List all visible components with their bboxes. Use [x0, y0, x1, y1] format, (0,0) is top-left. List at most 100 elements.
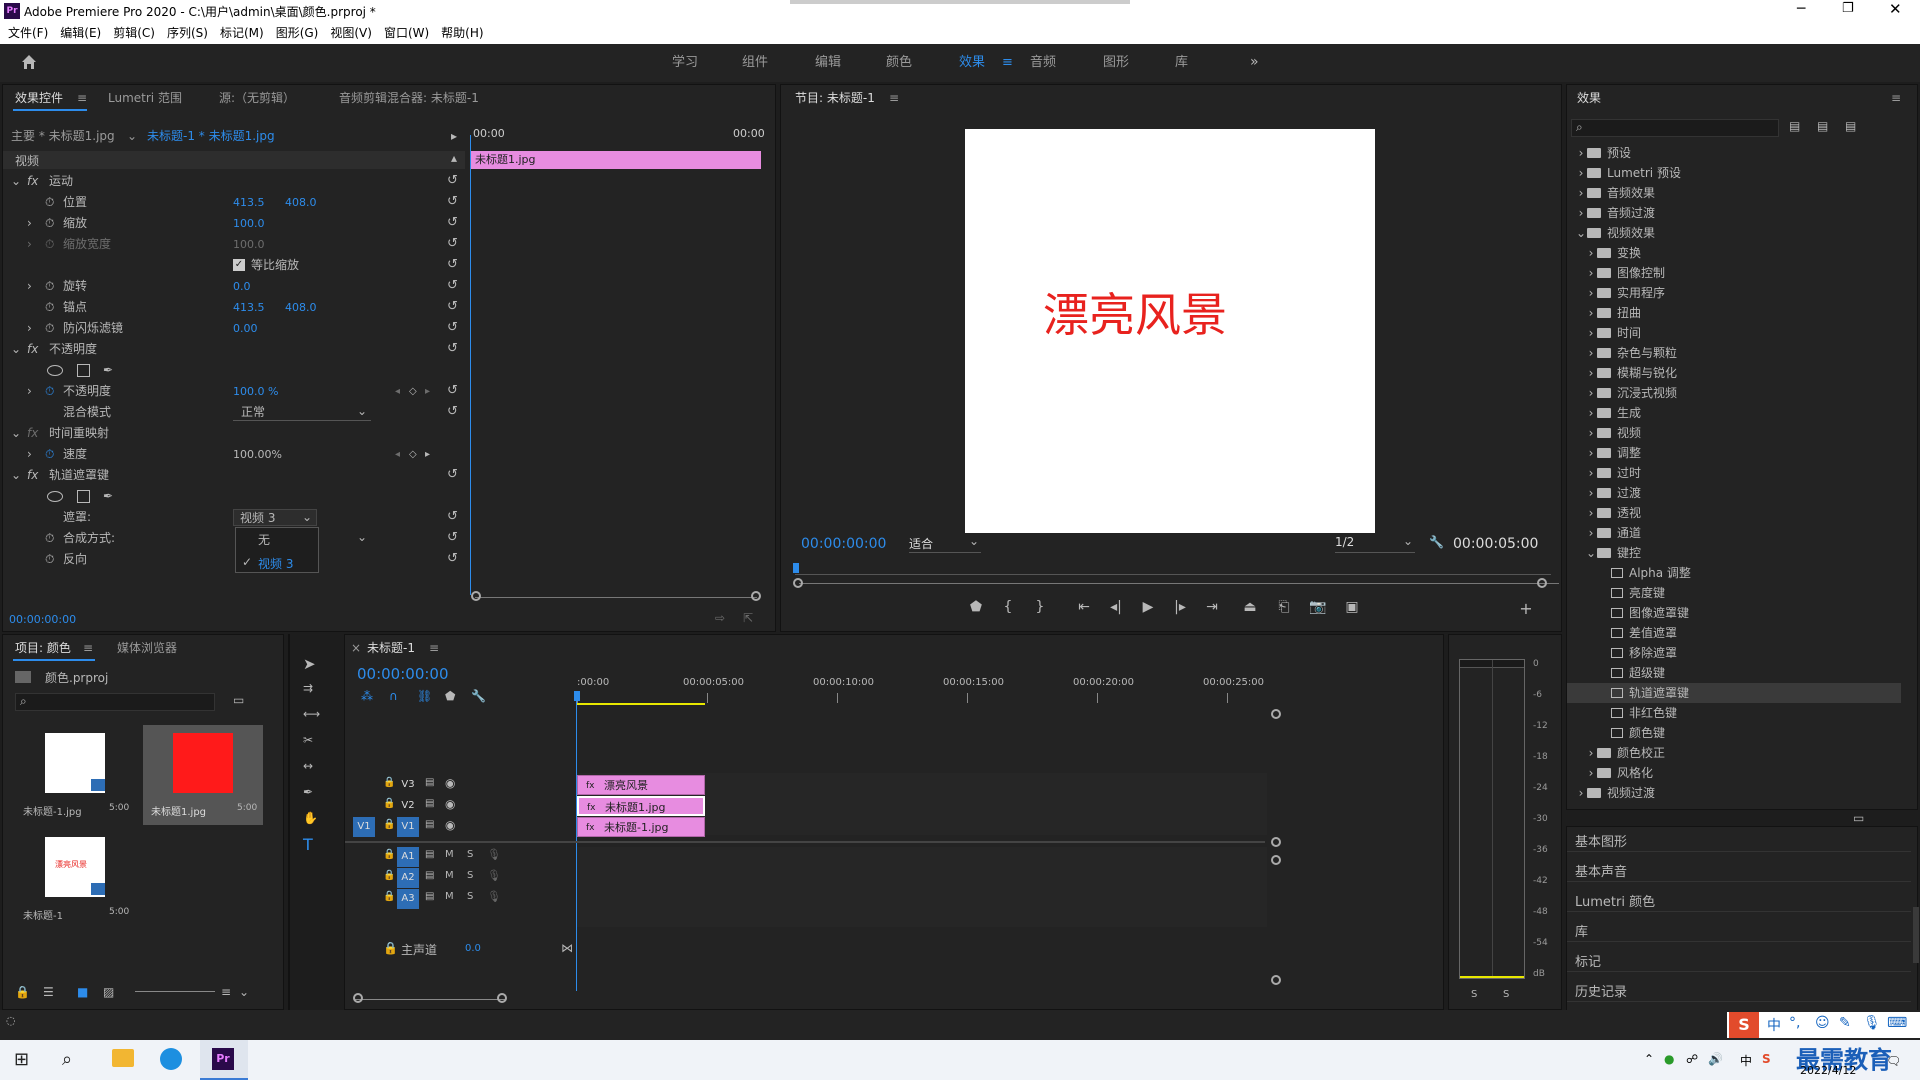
- vscroll-handle[interactable]: [1271, 709, 1281, 719]
- chevron-right-icon[interactable]: ›: [1585, 383, 1597, 403]
- tab-project[interactable]: 项目: 颜色: [15, 635, 71, 661]
- collapsed-panel-tab[interactable]: 历史记录: [1575, 981, 1627, 1000]
- workspace-tab[interactable]: 效果: [959, 44, 985, 82]
- chevron-right-icon[interactable]: ›: [1585, 323, 1597, 343]
- ime-tray-icon[interactable]: 中: [1740, 1052, 1752, 1069]
- snap-icon[interactable]: ∩: [389, 689, 398, 703]
- prev-keyframe-icon[interactable]: ◂: [395, 381, 400, 402]
- motion-row[interactable]: ⌄ fx 运动 ↺: [3, 171, 463, 192]
- chevron-right-icon[interactable]: ›: [1575, 183, 1587, 203]
- expand-arrow-icon[interactable]: ⌄: [11, 339, 21, 360]
- menu-item[interactable]: 文件(F): [2, 22, 54, 44]
- network-icon[interactable]: ☍: [1686, 1052, 1698, 1066]
- expand-arrow-icon[interactable]: ⌄: [11, 171, 21, 192]
- notifications-icon[interactable]: 🗨: [1886, 1054, 1901, 1068]
- playhead-handle[interactable]: [574, 691, 580, 701]
- reset-icon[interactable]: ↺: [447, 279, 461, 293]
- stopwatch-icon[interactable]: ⏱: [45, 549, 54, 570]
- extract-icon[interactable]: ⎗: [1273, 599, 1295, 615]
- project-item[interactable]: 漂亮风景 未标题-1 5:00: [15, 829, 135, 929]
- zoom-handle-left[interactable]: [793, 578, 803, 588]
- icon-view-icon[interactable]: ■: [77, 985, 88, 999]
- chevron-right-icon[interactable]: ›: [1575, 143, 1587, 163]
- solo-right-button[interactable]: S: [1503, 989, 1509, 1000]
- add-marker-icon[interactable]: ⬟: [965, 599, 987, 615]
- lock-icon[interactable]: 🔒: [383, 819, 395, 830]
- microphone-icon[interactable]: 🎙: [487, 869, 501, 882]
- emoji-icon[interactable]: ☺: [1815, 1015, 1830, 1031]
- effects-tree-folder[interactable]: › 杂色与颗粒: [1567, 343, 1901, 363]
- microphone-icon[interactable]: 🎙: [487, 848, 501, 861]
- play-icon[interactable]: ▶: [1137, 599, 1159, 615]
- timeline-timecode[interactable]: 00:00:00:00: [357, 665, 449, 683]
- chevron-right-icon[interactable]: ›: [1585, 403, 1597, 423]
- mini-scroll[interactable]: [475, 597, 757, 598]
- mini-clip-bar[interactable]: 未标题1.jpg: [471, 151, 761, 169]
- effects-tree-folder[interactable]: › 过渡: [1567, 483, 1901, 503]
- tab-audio-clip-mixer[interactable]: 音频剪辑混合器: 未标题-1: [339, 85, 479, 111]
- effects-tree-effect[interactable]: 非红色键: [1567, 703, 1901, 723]
- menu-item[interactable]: 标记(M): [214, 22, 270, 44]
- chevron-right-icon[interactable]: ›: [1585, 283, 1597, 303]
- sogou-logo-icon[interactable]: S: [1729, 1012, 1759, 1038]
- next-keyframe-icon[interactable]: ▸: [425, 381, 430, 402]
- effects-tree-folder[interactable]: › 音频效果: [1567, 183, 1901, 203]
- program-canvas[interactable]: 漂亮风景: [965, 129, 1375, 533]
- close-icon[interactable]: ×: [351, 635, 361, 661]
- play-arrow-icon[interactable]: ▸: [451, 127, 457, 145]
- track-select-tool-icon[interactable]: ⇉: [303, 681, 313, 695]
- zoom-handle-right[interactable]: [497, 993, 507, 1003]
- chevron-right-icon[interactable]: ›: [1585, 423, 1597, 443]
- effects-tree-effect[interactable]: 亮度键: [1567, 583, 1901, 603]
- selection-tool-icon[interactable]: ➤: [303, 655, 316, 673]
- zoom-handle-right[interactable]: [1537, 578, 1547, 588]
- effects-tree-folder[interactable]: › 图像控制: [1567, 263, 1901, 283]
- collapsed-panel-tab[interactable]: 库: [1575, 921, 1588, 940]
- effects-tree-folder[interactable]: › 通道: [1567, 523, 1901, 543]
- eye-icon[interactable]: ◉: [445, 818, 455, 832]
- collapsed-panel-tab[interactable]: 基本声音: [1575, 861, 1627, 880]
- program-monitor-title[interactable]: 节目: 未标题-1: [795, 85, 875, 111]
- time-remap-row[interactable]: ⌄ fx 时间重映射: [3, 423, 463, 444]
- chevron-right-icon[interactable]: ›: [1575, 163, 1587, 183]
- scroll-handle-left[interactable]: [471, 591, 481, 601]
- 32bit-effects-icon[interactable]: ▤: [1817, 119, 1828, 133]
- effects-tree-folder[interactable]: › 音频过渡: [1567, 203, 1901, 223]
- program-zoom-bar[interactable]: [799, 583, 1559, 584]
- dropdown-option-video3[interactable]: 视频 3: [258, 555, 293, 572]
- freeform-view-icon[interactable]: ▨: [103, 985, 114, 999]
- workspace-tab[interactable]: 颜色: [886, 44, 912, 82]
- effects-tree-folder[interactable]: › 模糊与锐化: [1567, 363, 1901, 383]
- step-forward-icon[interactable]: |▸: [1169, 599, 1191, 615]
- expand-arrow-icon[interactable]: ›: [27, 444, 32, 465]
- add-marker-icon[interactable]: ⬟: [445, 689, 455, 703]
- razor-tool-icon[interactable]: ✂: [303, 733, 313, 747]
- chevron-right-icon[interactable]: ›: [1585, 443, 1597, 463]
- track-target[interactable]: V1: [397, 817, 419, 837]
- mute-button-icon[interactable]: M: [445, 849, 454, 860]
- rectangle-mask-icon[interactable]: [77, 490, 90, 503]
- chevron-right-icon[interactable]: ›: [1585, 363, 1597, 383]
- new-bin-icon[interactable]: ▭: [233, 693, 244, 707]
- zoom-slider[interactable]: [135, 991, 215, 992]
- home-icon[interactable]: [20, 53, 38, 71]
- add-keyframe-icon[interactable]: ◇: [409, 381, 417, 402]
- taskbar-premiere[interactable]: Pr: [200, 1040, 248, 1080]
- wrench-icon[interactable]: 🔧: [471, 689, 486, 703]
- file-explorer-icon[interactable]: [112, 1049, 134, 1067]
- scale-value[interactable]: 100.0: [233, 213, 265, 234]
- scroll-handle-right[interactable]: [751, 591, 761, 601]
- track-matte-row[interactable]: ⌄ fx 轨道遮罩键 ↺: [3, 465, 463, 486]
- panel-menu-icon[interactable]: ≡: [83, 635, 93, 661]
- ime-mode[interactable]: 中: [1767, 1015, 1781, 1035]
- panel-menu-icon[interactable]: ≡: [1891, 85, 1901, 111]
- mute-button-icon[interactable]: M: [445, 891, 454, 902]
- lift-icon[interactable]: ⏏: [1239, 599, 1261, 615]
- next-keyframe-icon[interactable]: ▸: [425, 444, 430, 465]
- workspace-menu-icon[interactable]: ≡: [1002, 55, 1013, 70]
- export-icon[interactable]: ⇱: [743, 611, 753, 625]
- punctuation-icon[interactable]: °,: [1789, 1015, 1800, 1031]
- sogou-tray-icon[interactable]: S: [1762, 1052, 1771, 1066]
- menu-item[interactable]: 窗口(W): [378, 22, 435, 44]
- list-view-icon[interactable]: ☰: [43, 985, 54, 999]
